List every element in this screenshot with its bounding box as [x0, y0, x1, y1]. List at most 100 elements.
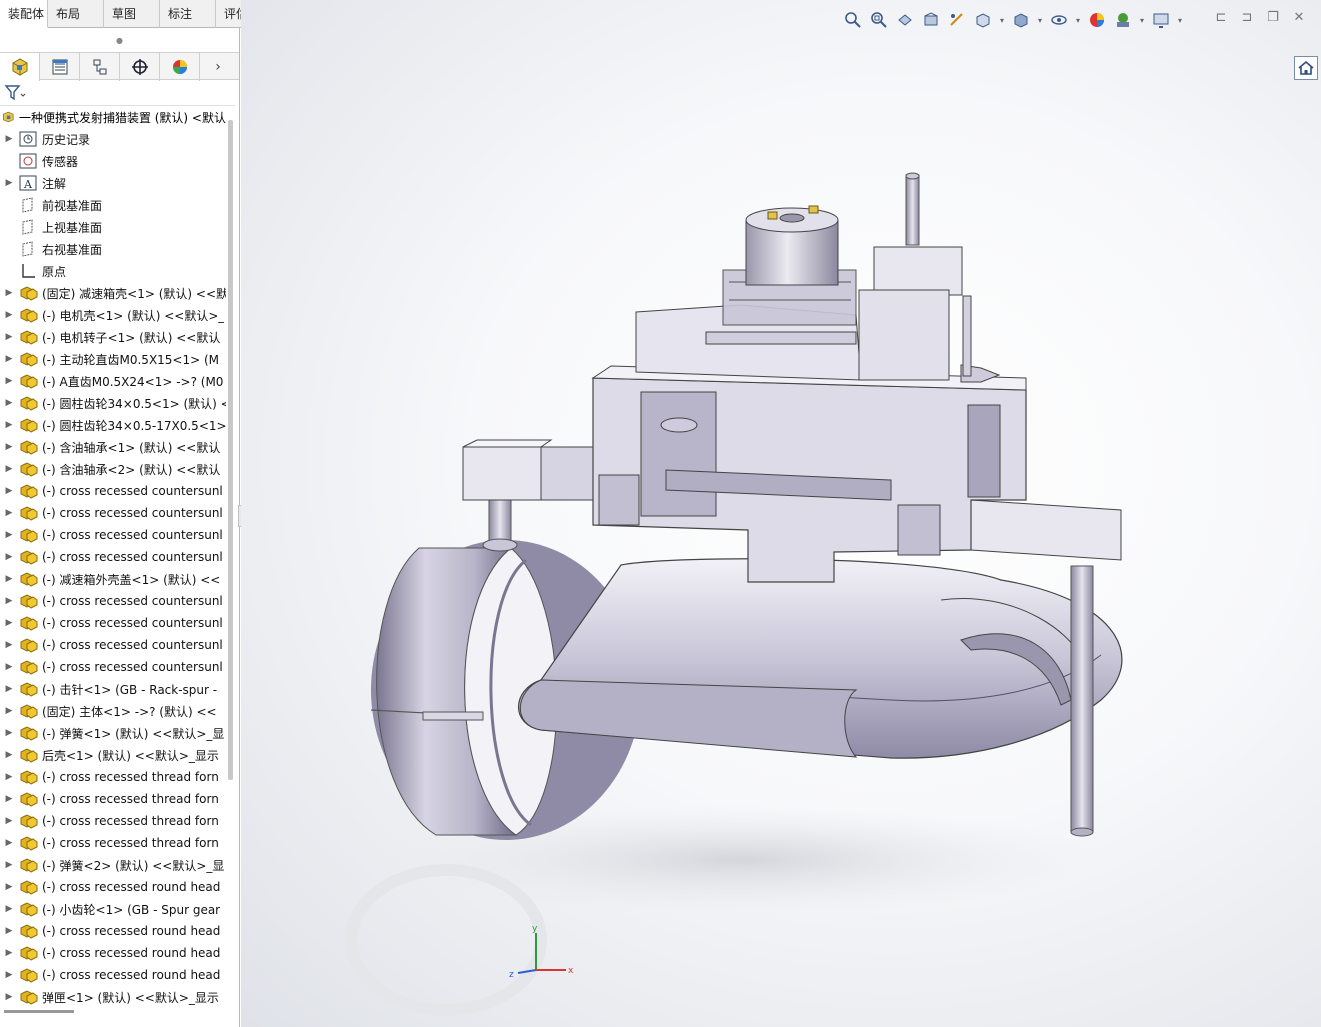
- tab-1[interactable]: 布局: [48, 0, 104, 28]
- expand-arrow-icon[interactable]: ▶: [0, 486, 18, 496]
- tree-item[interactable]: ▶ (-) cross recessed countersunl: [0, 502, 226, 524]
- tree-item[interactable]: ▶ (-) cross recessed thread forn: [0, 788, 226, 810]
- expand-arrow-icon[interactable]: ▶: [0, 926, 18, 936]
- expand-arrow-icon[interactable]: ▶: [0, 816, 18, 826]
- expand-arrow-icon[interactable]: ▶: [0, 970, 18, 980]
- tree-item[interactable]: ▶ 历史记录: [0, 128, 226, 150]
- tab-2[interactable]: 草图: [104, 0, 160, 28]
- tree-item[interactable]: ▶ (-) cross recessed countersunl: [0, 546, 226, 568]
- expand-arrow-icon[interactable]: ▶: [0, 992, 18, 1002]
- tree-item[interactable]: 传感器: [0, 150, 226, 172]
- expand-arrow-icon[interactable]: ▶: [0, 750, 18, 760]
- expand-arrow-icon[interactable]: ▶: [0, 772, 18, 782]
- tree-horizontal-scrollbar[interactable]: [4, 1010, 74, 1013]
- tree-item[interactable]: ▶ (-) cross recessed countersunl: [0, 656, 226, 678]
- tree-item[interactable]: 右视基准面: [0, 238, 226, 260]
- expand-arrow-icon[interactable]: ▶: [0, 552, 18, 562]
- tree-item[interactable]: ▶ (-) cross recessed countersunl: [0, 634, 226, 656]
- tree-item[interactable]: ▶ (-) 电机壳<1> (默认) <<默认>_: [0, 304, 226, 326]
- assembly-model-view[interactable]: [241, 0, 1321, 1027]
- tree-item[interactable]: 前视基准面: [0, 194, 226, 216]
- tree-item[interactable]: ▶ (-) cross recessed round head: [0, 964, 226, 986]
- dimxpert-icon[interactable]: [120, 53, 160, 81]
- expand-arrow-icon[interactable]: ▶: [0, 420, 18, 430]
- tree-item[interactable]: ▶ (-) 电机转子<1> (默认) <<默认: [0, 326, 226, 348]
- filter-icon[interactable]: [4, 83, 26, 103]
- tree-item-label: (-) cross recessed thread forn: [42, 770, 219, 784]
- assembly-root[interactable]: 一种便携式发射捕猎装置 (默认) <默认: [0, 106, 226, 128]
- tree-item[interactable]: ▶ (-) cross recessed countersunl: [0, 612, 226, 634]
- tree-item[interactable]: ▶ (-) 含油轴承<2> (默认) <<默认: [0, 458, 226, 480]
- expand-arrow-icon[interactable]: ▶: [0, 904, 18, 914]
- tree-item[interactable]: ▶ (-) cross recessed countersunl: [0, 480, 226, 502]
- tree-item[interactable]: ▶ A 注解: [0, 172, 226, 194]
- expand-arrow-icon[interactable]: ▶: [0, 332, 18, 342]
- property-manager-icon[interactable]: [40, 53, 80, 81]
- tree-item[interactable]: ▶ (-) cross recessed round head: [0, 942, 226, 964]
- expand-arrow-icon[interactable]: ▶: [0, 442, 18, 452]
- tree-item[interactable]: ▶ (-) cross recessed thread forn: [0, 832, 226, 854]
- expand-arrow-icon[interactable]: ▶: [0, 596, 18, 606]
- display-manager-icon[interactable]: [160, 53, 200, 81]
- chevron-right-icon[interactable]: ›: [200, 53, 236, 81]
- tree-item[interactable]: 原点: [0, 260, 226, 282]
- expand-arrow-icon[interactable]: ▶: [0, 618, 18, 628]
- tree-item[interactable]: ▶ 后壳<1> (默认) <<默认>_显示: [0, 744, 226, 766]
- expand-arrow-icon[interactable]: ▶: [0, 288, 18, 298]
- tree-item[interactable]: ▶ (固定) 主体<1> ->? (默认) <<: [0, 700, 226, 722]
- expand-arrow-icon[interactable]: ▶: [0, 728, 18, 738]
- expand-arrow-icon[interactable]: ▶: [0, 860, 18, 870]
- expand-arrow-icon[interactable]: ▶: [0, 574, 18, 584]
- expand-arrow-icon[interactable]: ▶: [0, 662, 18, 672]
- tree-item[interactable]: ▶ (-) cross recessed thread forn: [0, 766, 226, 788]
- tree-item[interactable]: ▶ (-) 主动轮直齿M0.5X15<1> (M: [0, 348, 226, 370]
- tree-item[interactable]: ▶ (-) 弹簧<1> (默认) <<默认>_显: [0, 722, 226, 744]
- expand-arrow-icon[interactable]: ▶: [0, 882, 18, 892]
- tree-item[interactable]: ▶ (-) cross recessed round head: [0, 920, 226, 942]
- tree-item[interactable]: ▶ (-) A直齿M0.5X24<1> ->? (M0: [0, 370, 226, 392]
- tree-vertical-scrollbar[interactable]: [228, 120, 233, 780]
- tree-item-label: 注解: [42, 176, 67, 191]
- expand-arrow-icon[interactable]: ▶: [0, 398, 18, 408]
- expand-arrow-icon[interactable]: ▶: [0, 508, 18, 518]
- tree-filter[interactable]: [0, 80, 235, 106]
- expand-arrow-icon[interactable]: ▶: [0, 464, 18, 474]
- tree-item[interactable]: ▶ 弹匣<1> (默认) <<默认>_显示: [0, 986, 226, 1008]
- tab-3[interactable]: 标注: [160, 0, 216, 28]
- tab-0[interactable]: 装配体: [0, 0, 48, 28]
- panel-tabs: ›: [0, 52, 239, 81]
- expand-arrow-icon[interactable]: ▶: [0, 178, 18, 188]
- tree-item-label: (固定) 减速箱壳<1> (默认) <<默: [42, 286, 226, 301]
- tree-item[interactable]: ▶ (-) 弹簧<2> (默认) <<默认>_显: [0, 854, 226, 876]
- part-icon: [18, 350, 38, 368]
- tree-item[interactable]: ▶ (-) 减速箱外壳盖<1> (默认) <<: [0, 568, 226, 590]
- expand-arrow-icon[interactable]: ▶: [0, 794, 18, 804]
- expand-arrow-icon[interactable]: ▶: [0, 530, 18, 540]
- configuration-manager-icon[interactable]: [80, 53, 120, 81]
- tree-item[interactable]: ▶ (-) cross recessed countersunl: [0, 524, 226, 546]
- expand-arrow-icon[interactable]: ▶: [0, 376, 18, 386]
- tree-item[interactable]: ▶ (-) cross recessed countersunl: [0, 590, 226, 612]
- tree-item[interactable]: 上视基准面: [0, 216, 226, 238]
- part-icon: [18, 944, 38, 962]
- expand-arrow-icon[interactable]: ▶: [0, 684, 18, 694]
- expand-arrow-icon[interactable]: ▶: [0, 310, 18, 320]
- tree-item[interactable]: ▶ (-) cross recessed thread forn: [0, 810, 226, 832]
- tree-item[interactable]: ▶ (-) 小齿轮<1> (GB - Spur gear: [0, 898, 226, 920]
- expand-arrow-icon[interactable]: ▶: [0, 134, 18, 144]
- feature-manager-icon[interactable]: [0, 53, 40, 81]
- expand-arrow-icon[interactable]: ▶: [0, 948, 18, 958]
- tree-item[interactable]: ▶ (固定) 减速箱壳<1> (默认) <<默: [0, 282, 226, 304]
- expand-arrow-icon[interactable]: ▶: [0, 354, 18, 364]
- expand-arrow-icon[interactable]: ▶: [0, 640, 18, 650]
- tree-item[interactable]: ▶ (-) 含油轴承<1> (默认) <<默认: [0, 436, 226, 458]
- expand-arrow-icon[interactable]: ▶: [0, 706, 18, 716]
- tree-item[interactable]: ▶ (-) 圆柱齿轮34×0.5<1> (默认) <: [0, 392, 226, 414]
- tree-item[interactable]: ▶ (-) 圆柱齿轮34×0.5-17X0.5<1>: [0, 414, 226, 436]
- graphics-area[interactable]: ▾ ▾ ▾ ▾ ▾ ⊏ ⊐ ❐ ✕ y x z: [241, 0, 1321, 1027]
- tree-item[interactable]: ▶ (-) 击针<1> (GB - Rack-spur -: [0, 678, 226, 700]
- tree-item[interactable]: ▶ (-) cross recessed round head: [0, 876, 226, 898]
- expand-arrow-icon[interactable]: ▶: [0, 838, 18, 848]
- tree-item-label: (-) 弹簧<1> (默认) <<默认>_显: [42, 726, 225, 741]
- panel-grip-icon[interactable]: ●: [0, 28, 239, 52]
